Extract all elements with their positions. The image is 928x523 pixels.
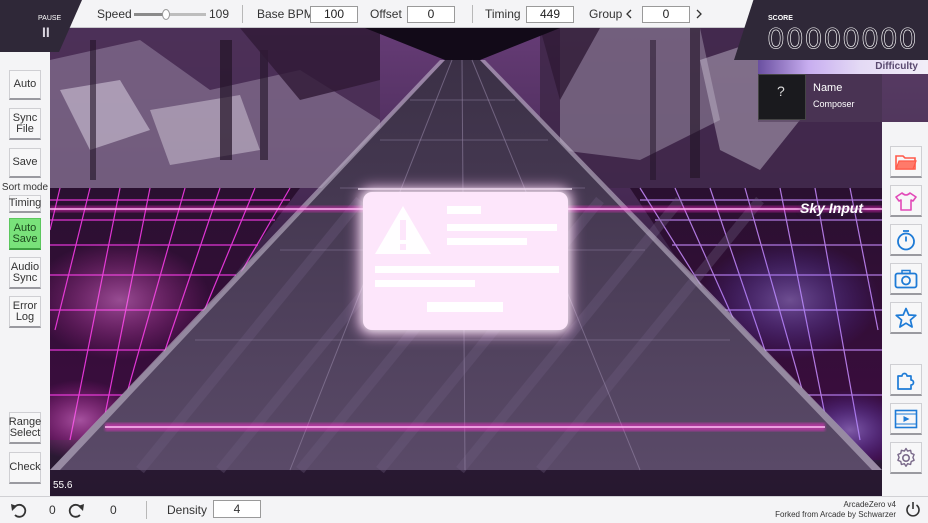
sky-input-label: Sky Input — [800, 200, 864, 216]
puzzle-icon — [897, 372, 915, 390]
redo-button[interactable] — [67, 501, 85, 519]
density-label: Density — [167, 503, 208, 517]
check-button[interactable]: Check — [9, 452, 41, 484]
difficulty-banner: Difficulty — [758, 60, 928, 74]
sort-mode-button[interactable]: Timing — [9, 195, 41, 213]
audio-sync-button[interactable]: Audio Sync — [9, 257, 41, 289]
auto-save-label-1: Auto — [13, 221, 37, 234]
power-icon — [906, 502, 920, 517]
quit-button[interactable] — [905, 501, 921, 517]
stopwatch-icon — [897, 229, 915, 250]
group-next-button[interactable] — [695, 0, 703, 28]
offset-label: Offset — [370, 7, 402, 21]
density-input[interactable]: 4 — [213, 500, 261, 518]
popup-text-placeholder — [375, 280, 475, 287]
fork-credit: Forked from Arcade by Schwarzer — [775, 510, 896, 519]
timer-button[interactable] — [890, 224, 922, 256]
song-name: Name — [813, 82, 843, 94]
warning-icon — [375, 206, 431, 254]
redo-count: 0 — [110, 503, 117, 517]
auto-button[interactable]: Auto — [9, 70, 41, 100]
undo-count: 0 — [49, 503, 56, 517]
timing-label: Timing — [485, 7, 521, 21]
sync-file-button[interactable]: Sync File — [9, 108, 41, 140]
auto-save-toggle[interactable]: Auto Save — [9, 218, 41, 250]
sort-mode-label: Sort mode — [1, 182, 49, 193]
song-info-panel: ? Name Composer — [758, 74, 928, 122]
fps-counter: 55.6 — [53, 480, 73, 491]
song-composer: Composer — [813, 99, 855, 109]
speed-slider-handle[interactable] — [162, 9, 171, 20]
undo-button[interactable] — [10, 501, 28, 519]
gear-icon — [897, 447, 915, 467]
camera-icon — [894, 269, 918, 288]
popup-title-placeholder — [447, 206, 481, 214]
warning-popup — [363, 192, 568, 330]
divider — [472, 5, 473, 23]
video-icon — [894, 409, 918, 428]
skin-button[interactable] — [890, 185, 922, 217]
audio-sync-label-1: Audio — [10, 260, 40, 273]
base-bpm-input[interactable]: 100 — [310, 5, 358, 23]
group-prev-button[interactable] — [625, 0, 633, 28]
favorite-button[interactable] — [890, 302, 922, 334]
folder-icon — [895, 154, 917, 170]
base-bpm-label: Base BPM — [257, 7, 314, 21]
jacket-image: ? — [758, 74, 806, 120]
pause-label: PAUSE — [38, 15, 62, 22]
popup-text-placeholder — [375, 266, 559, 273]
undo-icon — [11, 503, 27, 518]
timing-input[interactable]: 449 — [526, 5, 574, 23]
bottom-toolbar: 0 0 Density 4 ArcadeZero v4 Forked from … — [0, 496, 928, 523]
popup-button-placeholder[interactable] — [427, 302, 503, 312]
range-select-label-2: Select — [9, 426, 41, 439]
screenshot-button[interactable] — [890, 263, 922, 295]
range-select-label-1: Range — [8, 415, 42, 428]
settings-button[interactable] — [890, 442, 922, 474]
star-icon — [895, 307, 917, 328]
chevron-left-icon — [626, 9, 632, 19]
score-label: SCORE — [768, 15, 793, 22]
pause-icon: II — [42, 24, 50, 40]
group-label: Group — [589, 7, 623, 21]
video-button[interactable] — [890, 403, 922, 435]
right-sidebar — [882, 122, 928, 496]
redo-icon — [68, 503, 84, 518]
group-input[interactable]: 0 — [642, 5, 690, 23]
shirt-icon — [895, 191, 917, 211]
popup-text-placeholder — [447, 238, 527, 245]
sync-file-label-1: Sync — [12, 111, 38, 124]
audio-sync-label-2: Sync — [12, 271, 38, 284]
popup-text-placeholder — [447, 224, 557, 231]
difficulty-label: Difficulty — [875, 61, 918, 72]
speed-slider[interactable] — [134, 9, 206, 20]
error-log-label-2: Log — [15, 310, 35, 323]
speed-label: Speed — [97, 7, 132, 21]
error-log-button[interactable]: Error Log — [9, 296, 41, 328]
divider — [146, 501, 147, 519]
plugins-button[interactable] — [890, 364, 922, 396]
score-value: 00000000 — [767, 22, 918, 56]
range-select-button[interactable]: Range Select — [9, 412, 41, 444]
auto-save-label-2: Save — [12, 232, 38, 245]
left-sidebar: Auto Sync File Save Sort mode Timing Aut… — [0, 52, 50, 496]
save-button[interactable]: Save — [9, 148, 41, 178]
divider — [242, 5, 243, 23]
chevron-right-icon — [696, 9, 702, 19]
speed-value: 109 — [209, 7, 230, 21]
sync-file-label-2: File — [16, 122, 34, 135]
score-panel: SCORE 00000000 — [734, 0, 928, 60]
offset-input[interactable]: 0 — [407, 5, 455, 23]
unknown-jacket-icon: ? — [777, 83, 785, 99]
error-log-label-1: Error — [12, 299, 38, 312]
app-name: ArcadeZero v4 — [843, 500, 896, 509]
open-folder-button[interactable] — [890, 146, 922, 178]
